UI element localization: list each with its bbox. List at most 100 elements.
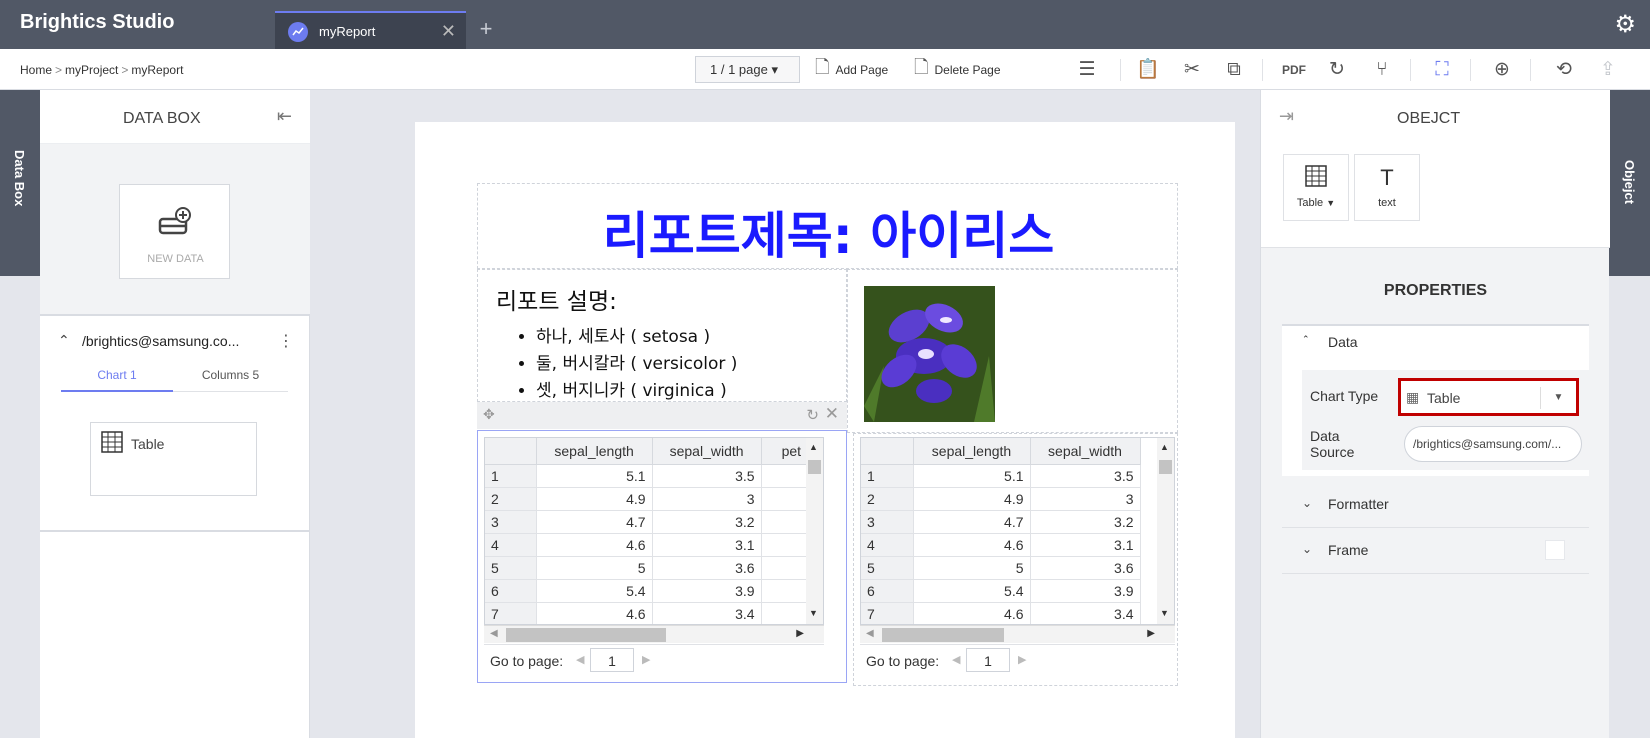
chevron-up-icon[interactable]: ⌃	[1302, 334, 1310, 345]
breadcrumb-home[interactable]: Home	[20, 63, 52, 77]
text-object-button[interactable]: T text	[1354, 154, 1420, 221]
vertical-scrollbar[interactable]: ▲ ▼	[806, 438, 823, 624]
scrollbar-thumb[interactable]	[1159, 460, 1172, 474]
table-row[interactable]: 5 5 3.6	[861, 556, 1141, 580]
data-source-row[interactable]: ⌃ /brightics@samsung.co... ⋮	[58, 330, 298, 354]
refresh-icon[interactable]: ↻	[1325, 58, 1349, 82]
table-cell: 5.1	[536, 464, 653, 488]
report-title-box[interactable]: 리포트제목: 아이리스	[477, 183, 1178, 269]
scroll-right-icon[interactable]: ▶	[1147, 628, 1155, 639]
table-row[interactable]: 5 5 3.6	[485, 556, 823, 580]
frame-section[interactable]: ⌄ Frame	[1282, 528, 1589, 574]
add-tab-button[interactable]: +	[468, 11, 504, 49]
scrollbar-thumb[interactable]	[808, 460, 821, 474]
data-section-label[interactable]: Data	[1328, 334, 1358, 350]
tab-myreport[interactable]: myReport ✕	[275, 11, 466, 49]
image-box[interactable]	[847, 269, 1178, 433]
more-icon[interactable]: ⋮	[278, 331, 294, 351]
paste-icon[interactable]: 📋	[1136, 58, 1160, 82]
tab-columns[interactable]: Columns 5	[173, 368, 288, 382]
scroll-right-icon[interactable]: ▶	[796, 628, 804, 639]
export-icon[interactable]: ⇪	[1596, 58, 1620, 82]
delete-page-button[interactable]: 🗋 Delete Page	[914, 57, 1001, 83]
data-box-panel: DATA BOX ⇤ NEW DATA ⌃ /brightics@samsung…	[40, 90, 310, 738]
data-source-field[interactable]: /brightics@samsung.com/...	[1404, 426, 1582, 462]
add-page-button[interactable]: 🗋 Add Page	[815, 57, 888, 83]
table-row[interactable]: 6 5.4 3.9	[861, 579, 1141, 603]
collapse-left-icon[interactable]: ⇤	[277, 106, 292, 127]
move-icon[interactable]: ✥	[483, 406, 495, 423]
breadcrumb: Home > myProject > myReport	[20, 63, 183, 77]
gear-icon[interactable]: ⚙	[1614, 10, 1636, 39]
page-select[interactable]: 1 / 1 page ▾	[695, 56, 800, 83]
data-box-side-tab[interactable]: Data Box	[0, 90, 40, 276]
report-description-box[interactable]: 리포트 설명: 하나, 세토사 ( setosa ) 둘, 버시칼라 ( ver…	[477, 269, 847, 402]
object-panel-title: OBEJCT	[1397, 110, 1461, 127]
scroll-left-icon[interactable]: ◀	[490, 628, 498, 639]
table-row[interactable]: 2 4.9 3	[861, 487, 1141, 511]
column-header[interactable]: sepal_width	[652, 438, 762, 465]
branch-icon[interactable]: ⑂	[1370, 58, 1394, 82]
table-row[interactable]: 1 5.1 3.5	[861, 464, 1141, 488]
scroll-up-icon[interactable]: ▲	[809, 442, 818, 452]
scroll-left-icon[interactable]: ◀	[866, 628, 874, 639]
table-cell: 5	[913, 556, 1031, 580]
table-cell: 3.5	[1030, 464, 1141, 488]
copy-icon[interactable]: ⧉	[1222, 58, 1246, 82]
next-page-icon[interactable]: ▶	[1018, 653, 1026, 666]
chevron-up-icon[interactable]: ⌃	[58, 332, 70, 349]
scroll-up-icon[interactable]: ▲	[1160, 442, 1169, 452]
page-number-input[interactable]: 1	[966, 648, 1010, 672]
close-icon[interactable]: ✕	[441, 21, 456, 42]
table-row[interactable]: 4 4.6 3.1	[485, 533, 823, 557]
frame-toggle[interactable]	[1545, 540, 1565, 560]
column-header[interactable]: sepal_length	[913, 438, 1031, 465]
scroll-down-icon[interactable]: ▼	[809, 608, 818, 618]
scrollbar-thumb[interactable]	[882, 628, 1004, 642]
table-widget-right[interactable]: sepal_length sepal_width 1 5.1 3.5 2 4.9 3 3…	[853, 433, 1178, 686]
report-settings-icon[interactable]: ☰	[1075, 58, 1099, 82]
table-object-button[interactable]: Table ▼	[1283, 154, 1349, 221]
scrollbar-thumb[interactable]	[506, 628, 666, 642]
page-number-input[interactable]: 1	[590, 648, 634, 672]
breadcrumb-report[interactable]: myReport	[131, 63, 183, 77]
prev-page-icon[interactable]: ◀	[952, 653, 960, 666]
close-icon[interactable]: ✕	[825, 404, 839, 424]
table-row[interactable]: 7 4.6 3.4	[485, 602, 823, 624]
chevron-down-icon[interactable]: ▼	[1540, 387, 1576, 409]
chart-item-table[interactable]: Table	[90, 422, 257, 496]
chart-type-select[interactable]: ▦ Table ▼	[1398, 378, 1579, 416]
table-row[interactable]: 6 5.4 3.9	[485, 579, 823, 603]
formatter-section[interactable]: ⌄ Formatter	[1282, 482, 1589, 528]
column-header[interactable]: sepal_width	[1030, 438, 1141, 465]
cut-icon[interactable]: ✂	[1180, 58, 1204, 82]
undo-icon[interactable]: ⟲	[1552, 58, 1576, 82]
table-row[interactable]: 3 4.7 3.2	[861, 510, 1141, 534]
zoom-in-icon[interactable]: ⊕	[1490, 58, 1514, 82]
tab-chart[interactable]: Chart 1	[61, 368, 173, 392]
column-header[interactable]	[485, 438, 537, 465]
horizontal-scrollbar[interactable]: ◀ ▶	[860, 625, 1175, 643]
table-row[interactable]: 4 4.6 3.1	[861, 533, 1141, 557]
next-page-icon[interactable]: ▶	[642, 653, 650, 666]
prev-page-icon[interactable]: ◀	[576, 653, 584, 666]
column-header[interactable]	[861, 438, 914, 465]
object-side-tab[interactable]: Objejct	[1609, 90, 1650, 276]
table-row[interactable]: 3 4.7 3.2	[485, 510, 823, 534]
table-cell: 5.4	[536, 579, 653, 603]
scroll-down-icon[interactable]: ▼	[1160, 608, 1169, 618]
table-cell: 5.1	[913, 464, 1031, 488]
new-data-button[interactable]: NEW DATA	[119, 184, 230, 279]
vertical-scrollbar[interactable]: ▲ ▼	[1157, 438, 1174, 624]
fit-icon[interactable]: ⛶	[1430, 58, 1454, 82]
table-widget-left[interactable]: sepal_length sepal_width pet 1 5.1 3.5 2 4.…	[477, 430, 847, 683]
column-header[interactable]: sepal_length	[536, 438, 653, 465]
breadcrumb-project[interactable]: myProject	[65, 63, 118, 77]
table-row[interactable]: 2 4.9 3	[485, 487, 823, 511]
table-row[interactable]: 1 5.1 3.5	[485, 464, 823, 488]
table-row[interactable]: 7 4.6 3.4	[861, 602, 1141, 624]
pdf-icon[interactable]: PDF	[1282, 58, 1306, 82]
horizontal-scrollbar[interactable]: ◀ ▶	[484, 625, 824, 643]
refresh-icon[interactable]: ↻	[806, 406, 819, 424]
expand-right-icon[interactable]: ⇥	[1279, 106, 1294, 127]
